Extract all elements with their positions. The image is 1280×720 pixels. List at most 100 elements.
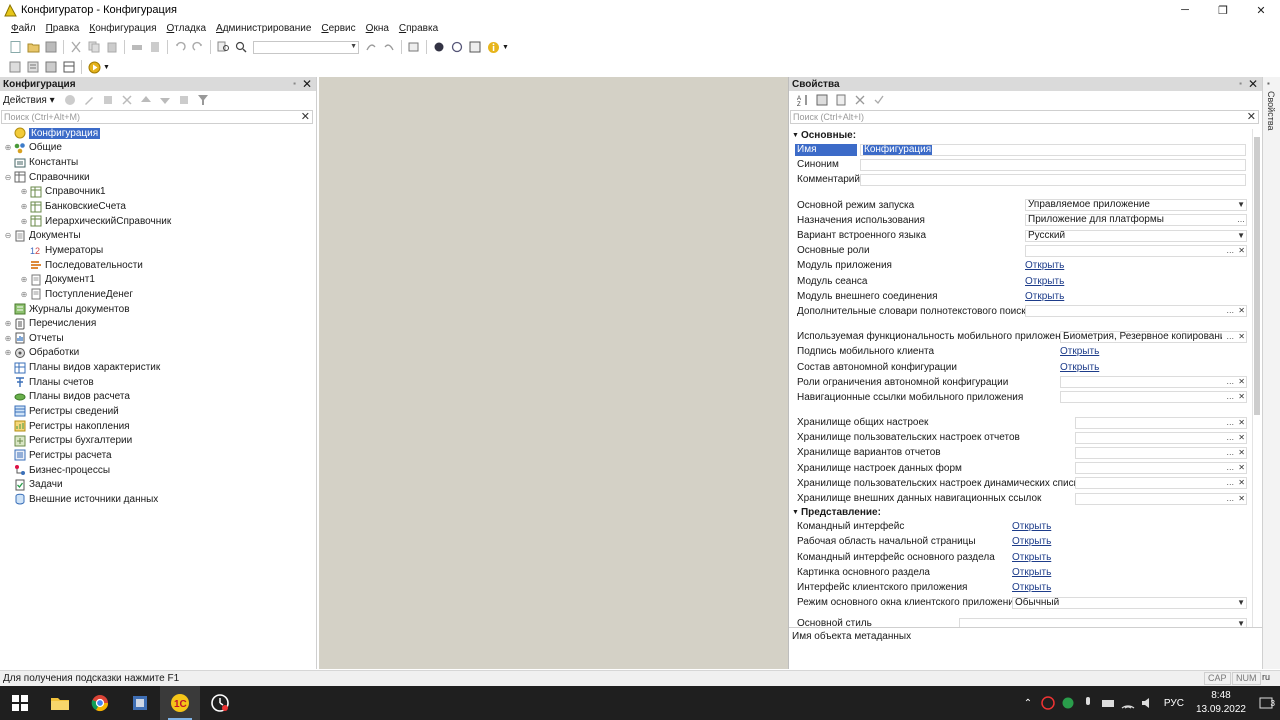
tree-item[interactable]: ⊖ Документы xyxy=(0,228,316,243)
prop-storage-form-data[interactable]: Хранилище настроек данных форм … ✕ xyxy=(789,461,1251,476)
tree-item[interactable]: ⊕ Отчеты xyxy=(0,331,316,346)
launch-mode-select[interactable]: Управляемое приложение ▼ xyxy=(1025,199,1247,212)
tree-item[interactable]: ⊕ Справочник1 xyxy=(0,185,316,200)
add-icon[interactable] xyxy=(64,94,77,107)
chevron-down-icon[interactable]: ▼ xyxy=(103,64,110,71)
info-icon[interactable] xyxy=(486,40,500,54)
expand-toggle-icon[interactable]: ⊕ xyxy=(3,348,13,357)
clear-icon[interactable]: ✕ xyxy=(1238,433,1245,442)
properties-scrollbar[interactable] xyxy=(1252,129,1260,627)
prop-purpose[interactable]: Назначения использования Приложение для … xyxy=(789,213,1251,228)
network-icon[interactable] xyxy=(1118,697,1138,709)
prop-main-style[interactable]: Основной стиль ▼ xyxy=(789,616,1251,627)
collapse-toggle-icon[interactable]: ⊖ xyxy=(3,173,13,182)
search-icon[interactable] xyxy=(234,40,248,54)
prop-main-section-pic[interactable]: Картинка основного раздела Открыть xyxy=(789,565,1251,580)
menu-service[interactable]: Сервис xyxy=(321,23,355,34)
copy-icon[interactable] xyxy=(87,40,101,54)
prop-launch-mode[interactable]: Основной режим запуска Управляемое прило… xyxy=(789,198,1251,213)
dropdown-arrow-icon[interactable]: ▼ xyxy=(1237,598,1245,607)
tree-item[interactable]: Последовательности xyxy=(0,258,316,273)
clear-icon[interactable]: ✕ xyxy=(1238,463,1245,472)
app-taskbar-icon[interactable] xyxy=(120,686,160,720)
move-down-icon[interactable] xyxy=(159,94,172,107)
prop-language[interactable]: Вариант встроенного языка Русский ▼ xyxy=(789,228,1251,243)
ellipsis-button[interactable]: … xyxy=(1226,332,1234,341)
purpose-field[interactable]: Приложение для платформы… xyxy=(1025,214,1247,227)
drive-icon[interactable] xyxy=(1098,698,1118,708)
clear-search-icon[interactable]: ✕ xyxy=(301,111,310,123)
ellipsis-button[interactable]: … xyxy=(1226,494,1234,503)
show-hidden-icons[interactable]: ⌃ xyxy=(1018,698,1038,709)
compare-icon[interactable] xyxy=(26,60,40,74)
storage-report-variants-field[interactable]: … ✕ xyxy=(1075,446,1247,459)
explorer-taskbar-icon[interactable] xyxy=(40,686,80,720)
clear-search-icon[interactable]: ✕ xyxy=(1247,111,1256,123)
prop-comment[interactable]: Комментарий xyxy=(789,172,1251,187)
pin-icon[interactable]: ▪ xyxy=(1267,79,1270,88)
synonym-field[interactable] xyxy=(860,158,1246,171)
pin-icon[interactable]: ▪ xyxy=(1239,77,1242,91)
ellipsis-button[interactable]: … xyxy=(1226,392,1234,401)
home-page-open-link[interactable]: Открыть xyxy=(1012,536,1051,547)
tree-item[interactable]: Планы видов расчета xyxy=(0,390,316,405)
tree-item[interactable]: ⊕ Обработки xyxy=(0,346,316,361)
ellipsis-button[interactable]: … xyxy=(1226,418,1234,427)
prop-storage-navlinks[interactable]: Хранилище внешних данных навигационных с… xyxy=(789,491,1251,506)
collapse-icon[interactable]: ▼ xyxy=(792,509,799,516)
tree-item[interactable]: Конфигурация xyxy=(0,126,316,141)
expand-toggle-icon[interactable]: ⊕ xyxy=(19,290,29,299)
storage-common-field[interactable]: … ✕ xyxy=(1075,416,1247,429)
start-debug-icon[interactable] xyxy=(87,60,101,74)
apply-icon[interactable] xyxy=(872,94,885,107)
prop-ext-conn-module[interactable]: Модуль внешнего соединения Открыть xyxy=(789,289,1251,304)
prop-client-interface[interactable]: Интерфейс клиентского приложения Открыть xyxy=(789,580,1251,595)
window-list-icon[interactable] xyxy=(407,40,421,54)
tree-item[interactable]: ⊕ ИерархическийСправочник xyxy=(0,214,316,229)
config-window-icon[interactable] xyxy=(8,60,22,74)
db-config-icon[interactable] xyxy=(62,60,76,74)
expand-toggle-icon[interactable]: ⊕ xyxy=(19,187,29,196)
ellipsis-button[interactable]: … xyxy=(1226,478,1234,487)
cut-icon[interactable] xyxy=(69,40,83,54)
comment-field[interactable] xyxy=(860,173,1246,186)
roles-field[interactable]: … ✕ xyxy=(1025,244,1247,257)
update-config-icon[interactable] xyxy=(44,60,58,74)
menu-administration[interactable]: Администрирование xyxy=(216,23,311,34)
prop-roles[interactable]: Основные роли … ✕ xyxy=(789,243,1251,258)
tree-item[interactable]: ⊕ Документ1 xyxy=(0,272,316,287)
copy-item-icon[interactable] xyxy=(102,94,115,107)
storage-form-data-field[interactable]: … ✕ xyxy=(1075,462,1247,475)
fts-dicts-field[interactable]: … ✕ xyxy=(1025,305,1247,318)
close-icon[interactable]: ✕ xyxy=(1248,77,1258,91)
ellipsis-button[interactable]: … xyxy=(1237,215,1245,224)
chrome-taskbar-icon[interactable] xyxy=(80,686,120,720)
tree-search-input[interactable]: Поиск (Ctrl+Alt+M) ✕ xyxy=(1,110,313,124)
expand-toggle-icon[interactable]: ⊕ xyxy=(19,217,29,226)
ellipsis-button[interactable]: … xyxy=(1226,306,1234,315)
tree-item[interactable]: Регистры накопления xyxy=(0,419,316,434)
security-icon[interactable] xyxy=(1058,696,1078,710)
collapse-toggle-icon[interactable]: ⊖ xyxy=(3,231,13,240)
clock[interactable]: 8:48 13.09.2022 xyxy=(1196,689,1246,717)
input-language[interactable]: РУС xyxy=(1164,698,1184,709)
prop-storage-dynlist[interactable]: Хранилище пользовательских настроек дина… xyxy=(789,476,1251,491)
menu-file[interactable]: Файл xyxy=(11,23,36,34)
client-interface-open-link[interactable]: Открыть xyxy=(1012,582,1051,593)
close-icon[interactable]: ✕ xyxy=(302,77,312,91)
storage-dynlist-field[interactable]: … ✕ xyxy=(1075,477,1247,490)
toolbar-search-input[interactable]: ▼ xyxy=(253,40,359,54)
group-main[interactable]: ▼ Основные: xyxy=(789,129,1251,142)
clear-icon[interactable]: ✕ xyxy=(1238,494,1245,503)
pin-icon[interactable]: ▪ xyxy=(293,77,296,91)
prop-main-window-mode[interactable]: Режим основного окна клиентского приложе… xyxy=(789,595,1251,610)
group-by-category-icon[interactable] xyxy=(815,94,828,107)
tree-item[interactable]: Регистры расчета xyxy=(0,448,316,463)
1c-configurator-taskbar-icon[interactable]: 1С xyxy=(160,686,200,720)
session-module-open-link[interactable]: Открыть xyxy=(1025,276,1064,287)
tree-item[interactable]: ⊕ БанковскиеСчета xyxy=(0,199,316,214)
group-presentation[interactable]: ▼ Представление: xyxy=(789,506,1251,519)
close-window-button[interactable]: ✕ xyxy=(1242,0,1280,20)
clear-icon[interactable]: ✕ xyxy=(1238,332,1245,341)
prop-mobile-sign[interactable]: Подпись мобильного клиента Открыть xyxy=(789,344,1251,359)
